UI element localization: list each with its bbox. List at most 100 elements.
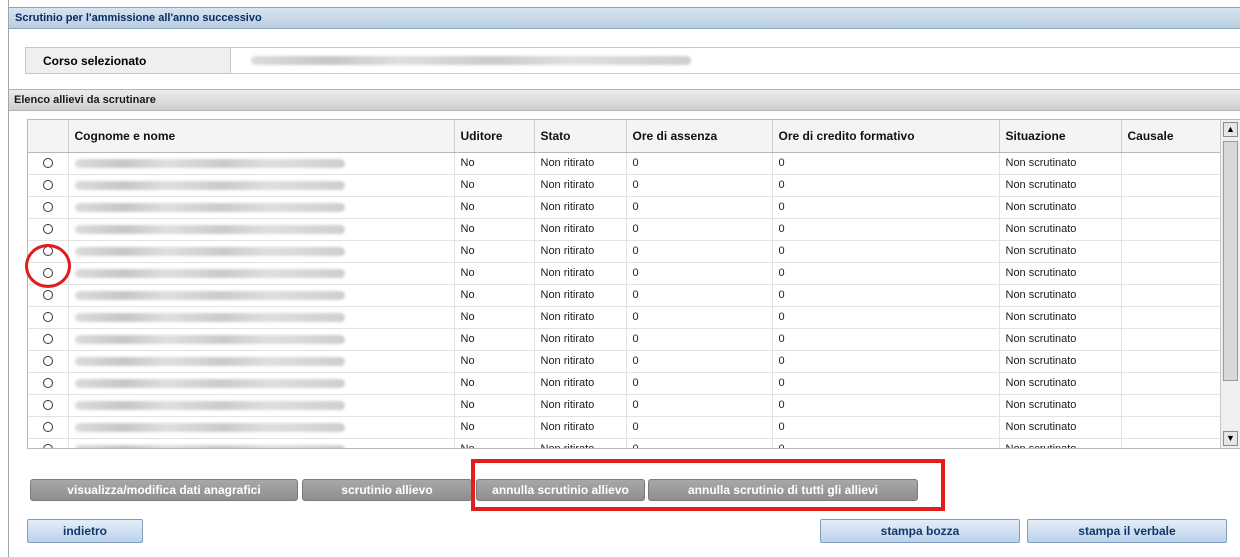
print-draft-button[interactable]: stampa bozza [820, 519, 1020, 543]
table-row[interactable]: No Non ritirato 0 0 Non scrutinato [28, 306, 1221, 329]
scrutinio-allievo-button[interactable]: scrutinio allievo [302, 479, 472, 501]
situazione-cell: Non scrutinato [999, 306, 1122, 329]
table-row[interactable]: No Non ritirato 0 0 Non scrutinato [28, 350, 1221, 373]
radio-button-icon[interactable] [42, 422, 53, 433]
ore-credito-cell: 0 [772, 306, 1000, 329]
causale-cell [1121, 306, 1221, 329]
radio-button-icon[interactable] [42, 290, 53, 301]
col-causale: Causale [1121, 120, 1221, 153]
page-title: Scrutinio per l'ammissione all'anno succ… [15, 12, 262, 24]
causale-cell [1121, 416, 1221, 439]
ore-credito-cell: 0 [772, 350, 1000, 373]
uditore-cell: No [454, 196, 535, 219]
table-row[interactable]: No Non ritirato 0 0 Non scrutinato [28, 218, 1221, 241]
causale-cell [1121, 372, 1221, 395]
row-select-radio[interactable] [28, 372, 69, 395]
stato-cell: Non ritirato [534, 394, 627, 417]
ore-assenza-cell: 0 [626, 438, 773, 448]
student-name-redacted [68, 416, 455, 439]
print-report-button[interactable]: stampa il verbale [1027, 519, 1227, 543]
causale-cell [1121, 262, 1221, 285]
redacted-text [74, 247, 345, 256]
ore-assenza-cell: 0 [626, 416, 773, 439]
row-select-radio[interactable] [28, 218, 69, 241]
situazione-cell: Non scrutinato [999, 438, 1122, 448]
table-row[interactable]: No Non ritirato 0 0 Non scrutinato [28, 416, 1221, 439]
redacted-text [74, 379, 345, 388]
table-row[interactable]: No Non ritirato 0 0 Non scrutinato [28, 438, 1221, 448]
situazione-cell: Non scrutinato [999, 372, 1122, 395]
uditore-cell: No [454, 372, 535, 395]
ore-credito-cell: 0 [772, 240, 1000, 263]
table-row[interactable]: No Non ritirato 0 0 Non scrutinato [28, 262, 1221, 285]
ore-assenza-cell: 0 [626, 262, 773, 285]
radio-button-icon[interactable] [42, 158, 53, 169]
course-label: Corso selezionato [26, 48, 231, 73]
stato-cell: Non ritirato [534, 372, 627, 395]
table-row[interactable]: No Non ritirato 0 0 Non scrutinato [28, 240, 1221, 263]
causale-cell [1121, 196, 1221, 219]
redacted-text [74, 445, 345, 448]
situazione-cell: Non scrutinato [999, 416, 1122, 439]
ore-assenza-cell: 0 [626, 218, 773, 241]
row-select-radio[interactable] [28, 306, 69, 329]
view-edit-personal-data-button[interactable]: visualizza/modifica dati anagrafici [30, 479, 298, 501]
table-scrollbar[interactable]: ▲ ▼ [1220, 120, 1240, 448]
back-button[interactable]: indietro [27, 519, 143, 543]
situazione-cell: Non scrutinato [999, 262, 1122, 285]
stato-cell: Non ritirato [534, 218, 627, 241]
table-row[interactable]: No Non ritirato 0 0 Non scrutinato [28, 196, 1221, 219]
section-header: Elenco allievi da scrutinare [9, 89, 1240, 111]
radio-button-icon[interactable] [42, 400, 53, 411]
radio-button-icon[interactable] [42, 378, 53, 389]
uditore-cell: No [454, 218, 535, 241]
table-row[interactable]: No Non ritirato 0 0 Non scrutinato [28, 372, 1221, 395]
row-select-radio[interactable] [28, 196, 69, 219]
scroll-down-icon[interactable]: ▼ [1223, 431, 1238, 446]
stato-cell: Non ritirato [534, 196, 627, 219]
ore-assenza-cell: 0 [626, 196, 773, 219]
redacted-text [74, 159, 345, 168]
scroll-up-icon[interactable]: ▲ [1223, 122, 1238, 137]
table-row[interactable]: No Non ritirato 0 0 Non scrutinato [28, 394, 1221, 417]
redacted-text [74, 313, 345, 322]
row-select-radio[interactable] [28, 174, 69, 197]
radio-button-icon[interactable] [42, 312, 53, 323]
row-select-radio[interactable] [28, 438, 69, 448]
course-selection: Corso selezionato [25, 47, 1240, 74]
course-value-redacted [251, 55, 691, 66]
ore-credito-cell: 0 [772, 262, 1000, 285]
scrutinio-panel: Scrutinio per l'ammissione all'anno succ… [8, 0, 1240, 557]
table-row[interactable]: No Non ritirato 0 0 Non scrutinato [28, 174, 1221, 197]
section-title: Elenco allievi da scrutinare [14, 94, 156, 106]
stato-cell: Non ritirato [534, 328, 627, 351]
radio-button-icon[interactable] [42, 202, 53, 213]
stato-cell: Non ritirato [534, 152, 627, 175]
table-row[interactable]: No Non ritirato 0 0 Non scrutinato [28, 328, 1221, 351]
row-select-radio[interactable] [28, 152, 69, 175]
col-stato: Stato [534, 120, 627, 153]
uditore-cell: No [454, 262, 535, 285]
ore-credito-cell: 0 [772, 196, 1000, 219]
row-select-radio[interactable] [28, 350, 69, 373]
radio-button-icon[interactable] [42, 334, 53, 345]
col-ore-assenza: Ore di assenza [626, 120, 773, 153]
table-row[interactable]: No Non ritirato 0 0 Non scrutinato [28, 152, 1221, 175]
radio-button-icon[interactable] [42, 356, 53, 367]
causale-cell [1121, 394, 1221, 417]
row-select-radio[interactable] [28, 416, 69, 439]
radio-button-icon[interactable] [42, 444, 53, 448]
scroll-thumb[interactable] [1223, 141, 1238, 381]
causale-cell [1121, 152, 1221, 175]
students-grid: Cognome e nome Uditore Stato Ore di asse… [27, 119, 1240, 449]
radio-button-icon[interactable] [42, 224, 53, 235]
stato-cell: Non ritirato [534, 240, 627, 263]
table-row[interactable]: No Non ritirato 0 0 Non scrutinato [28, 284, 1221, 307]
row-select-radio[interactable] [28, 328, 69, 351]
row-select-radio[interactable] [28, 394, 69, 417]
stato-cell: Non ritirato [534, 350, 627, 373]
student-name-redacted [68, 328, 455, 351]
radio-button-icon[interactable] [42, 180, 53, 191]
situazione-cell: Non scrutinato [999, 394, 1122, 417]
student-name-redacted [68, 284, 455, 307]
